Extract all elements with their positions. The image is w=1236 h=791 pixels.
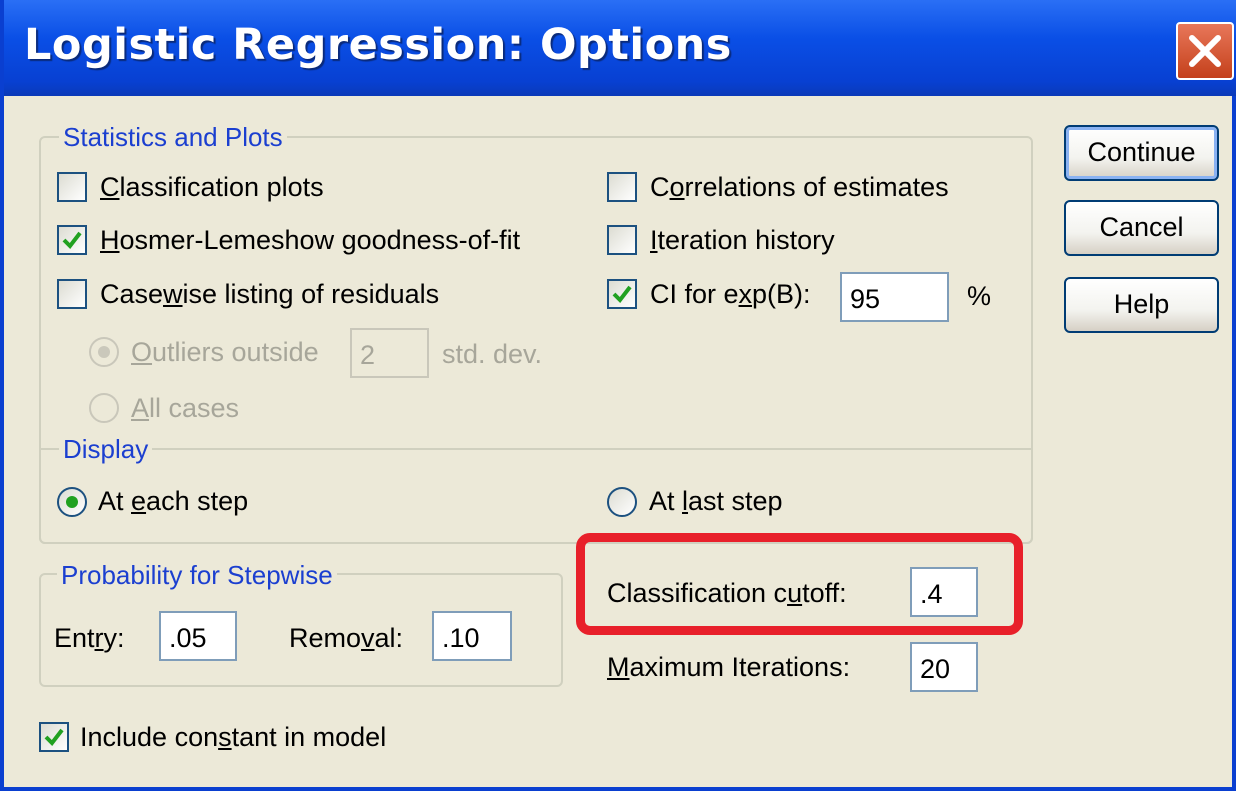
classification-plots-label: Classification plots	[100, 172, 324, 202]
include-constant-checkbox[interactable]	[39, 722, 69, 752]
casewise-listing-label: Casewise listing of residuals	[100, 279, 440, 309]
all-cases-label: All cases	[131, 393, 240, 423]
casewise-listing-checkbox[interactable]	[57, 279, 87, 309]
all-cases-radio[interactable]	[89, 393, 119, 423]
highlight-annotation-box	[576, 533, 1023, 635]
continue-button[interactable]: Continue	[1064, 125, 1219, 181]
entry-label: Entry:	[54, 623, 125, 653]
removal-input[interactable]: .10	[432, 611, 512, 661]
hosmer-lemeshow-label: Hosmer-Lemeshow goodness-of-fit	[100, 225, 521, 255]
removal-label: Removal:	[289, 623, 404, 653]
ci-exp-b-label: CI for exp(B):	[650, 279, 811, 309]
probability-stepwise-legend: Probability for Stepwise	[57, 560, 337, 590]
ci-percent-label: %	[967, 281, 992, 311]
help-button[interactable]: Help	[1064, 277, 1219, 333]
ci-exp-b-checkbox[interactable]	[607, 279, 637, 309]
at-last-step-radio[interactable]	[607, 487, 637, 517]
at-last-step-label: At last step	[649, 486, 783, 516]
iteration-history-label: Iteration history	[650, 225, 835, 255]
at-each-step-label: At each step	[98, 486, 249, 516]
ci-level-input[interactable]: 95	[840, 272, 949, 322]
maximum-iterations-input[interactable]: 20	[910, 642, 978, 692]
include-constant-label: Include constant in model	[80, 722, 387, 752]
check-icon	[44, 728, 64, 747]
at-each-step-radio[interactable]	[57, 487, 87, 517]
std-dev-unit-label: std. dev.	[442, 339, 543, 369]
outliers-outside-radio[interactable]	[89, 337, 119, 367]
display-legend: Display	[59, 434, 153, 464]
hosmer-lemeshow-checkbox[interactable]	[57, 225, 87, 255]
classification-plots-checkbox[interactable]	[57, 172, 87, 202]
window-title: Logistic Regression: Options	[24, 20, 732, 70]
statistics-and-plots-legend: Statistics and Plots	[59, 122, 287, 152]
correlations-label: Correlations of estimates	[650, 172, 949, 202]
cancel-button[interactable]: Cancel	[1064, 200, 1219, 256]
outliers-std-dev-input[interactable]: 2	[350, 328, 429, 378]
correlations-checkbox[interactable]	[607, 172, 637, 202]
entry-input[interactable]: .05	[159, 611, 237, 661]
close-icon	[1189, 35, 1221, 67]
iteration-history-checkbox[interactable]	[607, 225, 637, 255]
maximum-iterations-label: Maximum Iterations:	[607, 652, 851, 682]
options-dialog: Logistic Regression: Options Statistics …	[0, 0, 1236, 791]
check-icon	[62, 231, 82, 250]
close-button[interactable]	[1176, 22, 1234, 80]
title-bar: Logistic Regression: Options	[4, 0, 1236, 96]
check-icon	[612, 285, 632, 304]
outliers-outside-label: Outliers outside	[131, 337, 319, 367]
